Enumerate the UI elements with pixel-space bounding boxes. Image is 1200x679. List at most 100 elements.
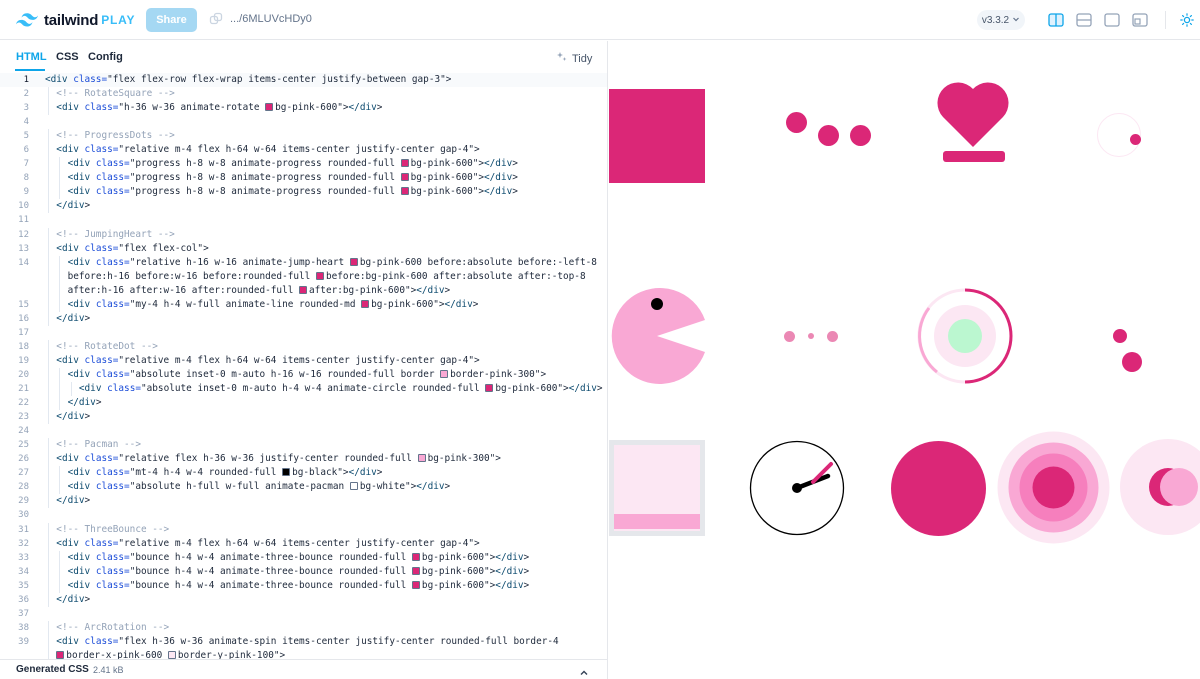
code-text: <!-- RotateSquare --> bbox=[56, 88, 175, 100]
indent-guide bbox=[48, 466, 49, 481]
line-number: 38 bbox=[18, 622, 29, 633]
split-vertical-icon[interactable] bbox=[1046, 11, 1066, 29]
tab-html[interactable]: HTML bbox=[16, 51, 47, 63]
heart-line bbox=[943, 151, 1005, 162]
indent-guide bbox=[48, 564, 49, 579]
indent-guide bbox=[48, 255, 49, 270]
code-line[interactable]: 34 <div class="bounce h-4 w-4 animate-thr… bbox=[0, 564, 607, 579]
code-line[interactable]: 28 <div class="absolute h-full w-full ani… bbox=[0, 480, 607, 495]
split-horizontal-icon[interactable] bbox=[1074, 11, 1094, 29]
theme-sun-icon[interactable] bbox=[1177, 11, 1197, 29]
preview-only-icon[interactable] bbox=[1102, 11, 1122, 29]
code-line[interactable]: 38 <!-- ArcRotation --> bbox=[0, 620, 607, 635]
color-swatch bbox=[400, 187, 409, 196]
color-swatch bbox=[417, 454, 426, 463]
code-line[interactable]: 22 </div> bbox=[0, 396, 607, 411]
indent-guide bbox=[48, 157, 49, 172]
code-line[interactable]: 26 <div class="relative flex h-36 w-36 ju… bbox=[0, 452, 607, 467]
code-line[interactable]: 33 <div class="bounce h-4 w-4 animate-thr… bbox=[0, 550, 607, 565]
code-line[interactable]: 32 <div class="relative m-4 flex h-64 w-6… bbox=[0, 536, 607, 551]
code-line[interactable]: 29 </div> bbox=[0, 494, 607, 509]
editor-only-icon[interactable] bbox=[1130, 11, 1150, 29]
code-text: <div class="my-4 h-4 w-full animate-line… bbox=[67, 298, 479, 310]
line-number: 1 bbox=[23, 75, 29, 85]
slide-circles bbox=[1120, 439, 1200, 535]
code-line[interactable]: 5 <!-- ProgressDots --> bbox=[0, 129, 607, 144]
code-line[interactable]: 21 <div class="absolute inset-0 m-auto h-… bbox=[0, 382, 607, 397]
code-text: <!-- JumpingHeart --> bbox=[56, 228, 175, 240]
logo[interactable]: tailwind PLAY bbox=[16, 10, 135, 30]
share-url[interactable]: .../6MLUVcHDy0 bbox=[230, 13, 312, 25]
code-line[interactable]: 18 <!-- RotateDot --> bbox=[0, 339, 607, 354]
color-swatch bbox=[167, 650, 176, 659]
line-number: 34 bbox=[18, 566, 29, 577]
version-select[interactable]: v3.3.2 bbox=[977, 10, 1025, 30]
code-text: <!-- ThreeBounce --> bbox=[56, 523, 170, 535]
code-line[interactable]: 39 <div class="flex h-36 w-36 animate-spi… bbox=[0, 634, 607, 649]
code-line[interactable]: 27 <div class="mt-4 h-4 w-4 rounded-full … bbox=[0, 466, 607, 481]
copy-link-icon[interactable] bbox=[209, 12, 223, 31]
active-tab-indicator bbox=[15, 69, 45, 71]
code-line[interactable]: 12 <!-- JumpingHeart --> bbox=[0, 227, 607, 242]
code-line[interactable]: 6 <div class="relative m-4 flex h-64 w-64… bbox=[0, 143, 607, 158]
arc-rotation bbox=[917, 288, 1013, 384]
chevron-up-icon[interactable] bbox=[579, 665, 589, 679]
code-line[interactable]: 3 <div class="h-36 w-36 animate-rotate bg… bbox=[0, 101, 607, 116]
indent-guide bbox=[59, 480, 61, 495]
indent-guide bbox=[59, 171, 61, 186]
code-line[interactable]: 35 <div class="bounce h-4 w-4 animate-thr… bbox=[0, 578, 607, 593]
code-line[interactable]: after:h-16 after:w-16 after:rounded-full… bbox=[0, 283, 607, 298]
indent-guide bbox=[48, 241, 49, 256]
color-swatch bbox=[411, 566, 420, 575]
code-line[interactable]: 17 bbox=[0, 326, 607, 340]
tidy-button[interactable]: Tidy bbox=[556, 51, 592, 66]
code-line[interactable]: 31 <!-- ThreeBounce --> bbox=[0, 522, 607, 537]
indent-guide bbox=[48, 494, 49, 509]
line-number: 31 bbox=[18, 524, 29, 535]
indent-guide bbox=[48, 143, 49, 158]
line-number: 3 bbox=[23, 103, 29, 114]
code-line[interactable]: 24 bbox=[0, 424, 607, 438]
code-line[interactable]: 16 </div> bbox=[0, 311, 607, 326]
code-line[interactable]: 25 <!-- Pacman --> bbox=[0, 438, 607, 453]
share-button[interactable]: Share bbox=[146, 8, 197, 32]
code-line[interactable]: 10 </div> bbox=[0, 199, 607, 214]
indent-guide bbox=[48, 171, 49, 186]
code-area[interactable]: 1 <div class="flex flex-row flex-wrap ite… bbox=[0, 73, 607, 663]
code-line[interactable]: 4 bbox=[0, 115, 607, 129]
code-line[interactable]: 14 <div class="relative h-16 w-16 animate… bbox=[0, 255, 607, 270]
code-line[interactable]: 7 <div class="progress h-8 w-8 animate-pr… bbox=[0, 157, 607, 172]
code-line[interactable]: 19 <div class="relative m-4 flex h-64 w-6… bbox=[0, 353, 607, 368]
indent-guide bbox=[48, 396, 49, 411]
code-line[interactable]: 8 <div class="progress h-8 w-8 animate-pr… bbox=[0, 171, 607, 186]
code-text: <div class="flex flex-col"> bbox=[56, 242, 209, 254]
top-bar: tailwind PLAY Share .../6MLUVcHDy0 v3.3.… bbox=[0, 0, 1200, 40]
line-number: 36 bbox=[18, 594, 29, 605]
code-line[interactable]: 11 bbox=[0, 213, 607, 227]
tab-css[interactable]: CSS bbox=[56, 51, 79, 63]
code-line[interactable]: 30 bbox=[0, 508, 607, 522]
indent-guide bbox=[48, 410, 49, 425]
code-line[interactable]: 1 <div class="flex flex-row flex-wrap ite… bbox=[0, 73, 607, 88]
code-line[interactable]: 2 <!-- RotateSquare --> bbox=[0, 87, 607, 102]
line-number: 35 bbox=[18, 580, 29, 591]
toolbar-divider bbox=[1165, 11, 1166, 29]
color-swatch bbox=[349, 257, 358, 266]
code-line[interactable]: 23 </div> bbox=[0, 410, 607, 425]
generated-css-bar[interactable]: Generated CSS 2.41 kB bbox=[0, 659, 607, 679]
indent-guide bbox=[59, 269, 61, 284]
code-line[interactable]: 20 <div class="absolute inset-0 m-auto h-… bbox=[0, 367, 607, 382]
logo-accent: PLAY bbox=[101, 13, 136, 27]
code-line[interactable]: 37 bbox=[0, 607, 607, 621]
tab-config[interactable]: Config bbox=[88, 51, 123, 63]
code-text: <div class="relative h-16 w-16 animate-j… bbox=[67, 256, 597, 268]
code-line[interactable]: before:h-16 before:w-16 before:rounded-f… bbox=[0, 269, 607, 284]
indent-guide bbox=[48, 634, 49, 649]
code-text: <div class="absolute h-full w-full anima… bbox=[67, 481, 451, 493]
code-text: <!-- ArcRotation --> bbox=[56, 621, 170, 633]
code-line[interactable]: 13 <div class="flex flex-col"> bbox=[0, 241, 607, 256]
code-line[interactable]: 36 </div> bbox=[0, 592, 607, 607]
code-line[interactable]: 15 <div class="my-4 h-4 w-full animate-li… bbox=[0, 297, 607, 312]
code-line[interactable]: 9 <div class="progress h-8 w-8 animate-pr… bbox=[0, 185, 607, 200]
progress-dot bbox=[786, 112, 807, 133]
